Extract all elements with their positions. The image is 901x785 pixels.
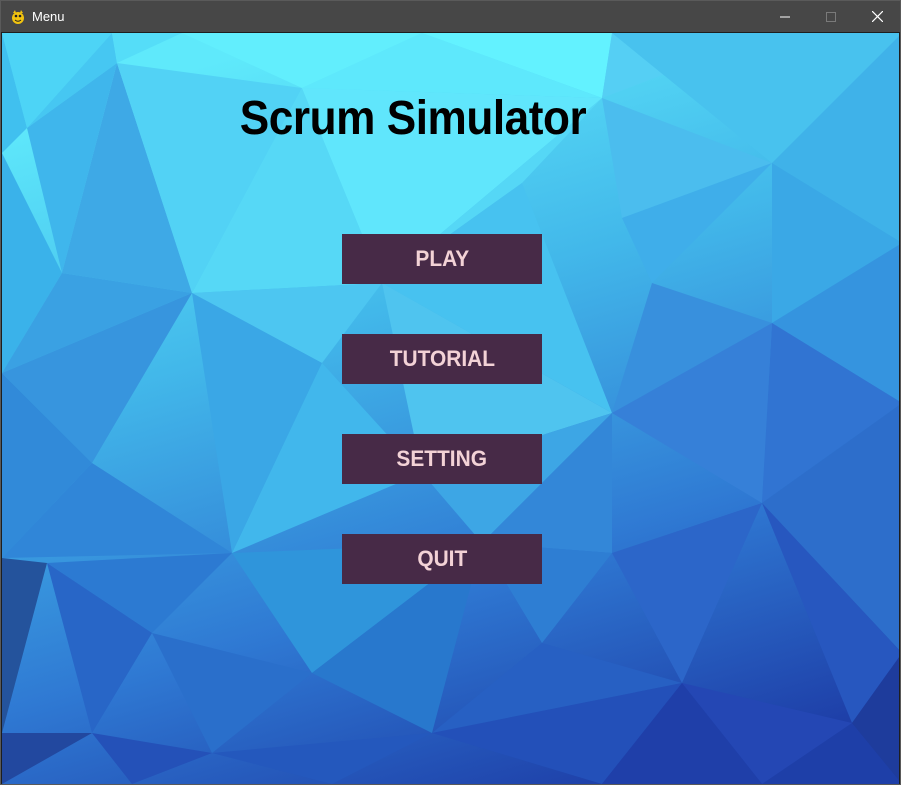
pygame-snake-icon [10, 9, 26, 25]
setting-button[interactable]: SETTING [342, 434, 542, 484]
tutorial-button-label: TUTORIAL [389, 346, 495, 371]
minimize-button[interactable] [762, 1, 808, 32]
play-button[interactable]: PLAY [342, 234, 542, 284]
quit-button[interactable]: QUIT [342, 534, 542, 584]
close-button[interactable] [854, 1, 900, 32]
setting-button-label: SETTING [396, 446, 488, 471]
quit-button-label: QUIT [417, 546, 467, 571]
play-button-label: PLAY [415, 246, 469, 271]
maximize-icon [826, 11, 836, 22]
app-window: Menu Scrum Simulator PLAY TUTORIAL SETTI… [0, 0, 901, 785]
minimize-icon [780, 16, 790, 17]
game-canvas: Scrum Simulator PLAY TUTORIAL SETTING QU… [2, 33, 899, 784]
game-title: Scrum Simulator [239, 92, 587, 145]
close-icon [871, 11, 883, 22]
tutorial-button[interactable]: TUTORIAL [342, 334, 542, 384]
window-controls [762, 1, 900, 32]
maximize-button[interactable] [808, 1, 854, 32]
title-bar[interactable]: Menu [1, 1, 900, 32]
window-title: Menu [32, 9, 65, 24]
